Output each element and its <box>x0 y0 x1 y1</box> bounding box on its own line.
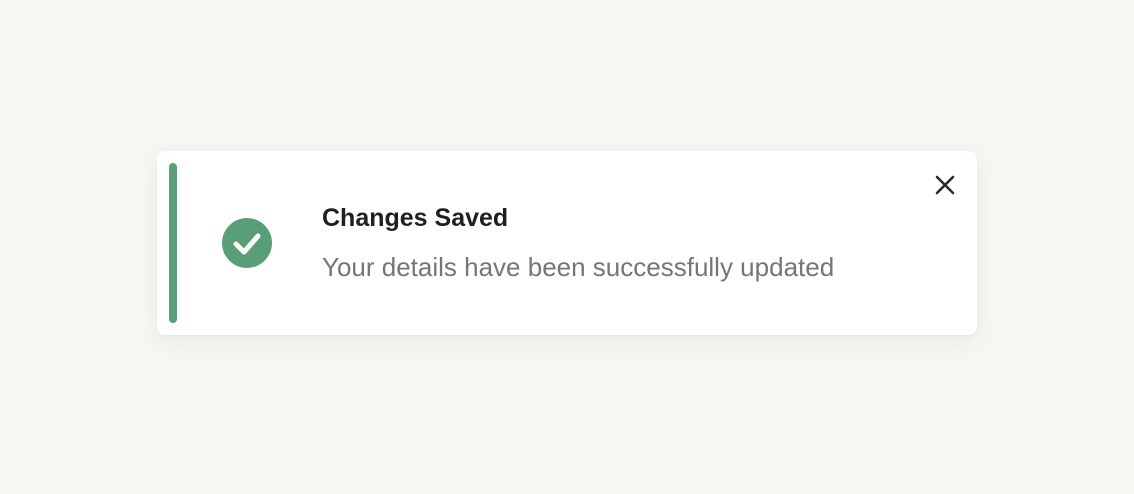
toast-message: Your details have been successfully upda… <box>322 252 835 282</box>
check-circle-icon <box>222 218 272 268</box>
toast-title: Changes Saved <box>322 204 509 232</box>
toast-accent-bar <box>169 163 177 323</box>
success-toast: Changes Saved Your details have been suc… <box>157 151 977 335</box>
close-icon <box>935 175 955 195</box>
close-button[interactable] <box>929 169 961 201</box>
